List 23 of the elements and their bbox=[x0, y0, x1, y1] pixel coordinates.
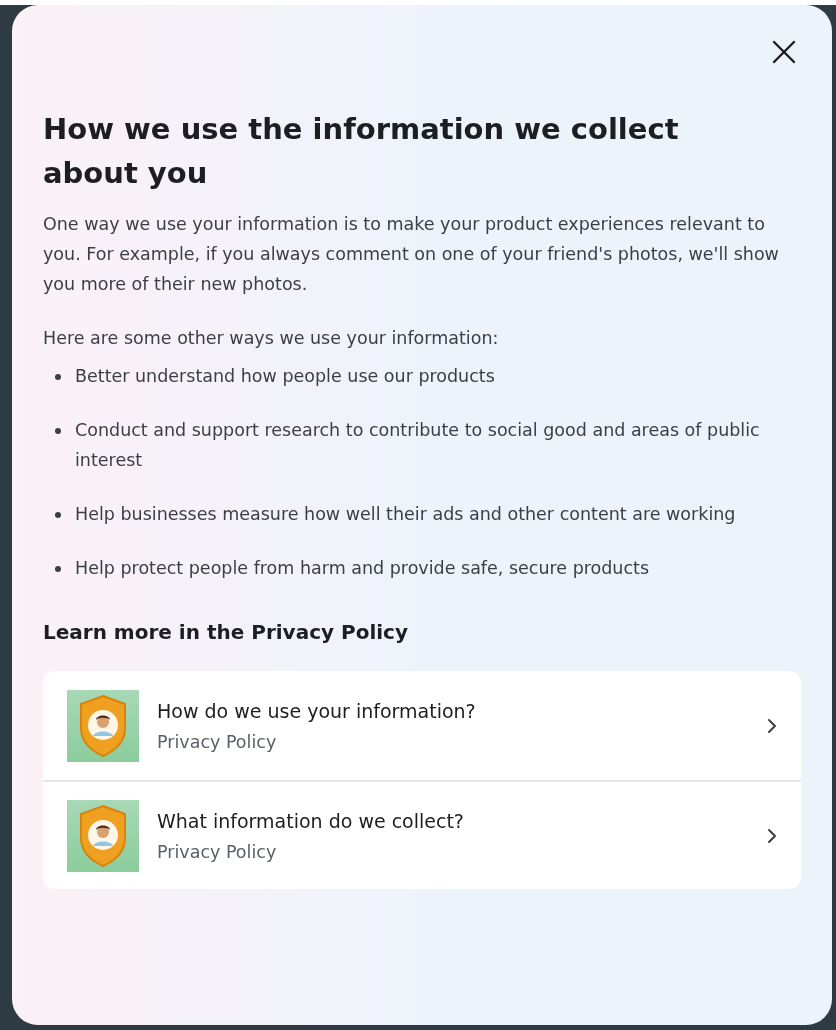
chevron-right-icon bbox=[767, 717, 777, 734]
bullet-icon bbox=[55, 374, 61, 380]
link-subtitle: Privacy Policy bbox=[157, 730, 278, 754]
link-subtitle: Privacy Policy bbox=[157, 840, 278, 864]
intro-paragraph: One way we use your information is to make your product experiences relevant to you. For example, if you always comment on one of your friend's photos, we'll show you more of their new photos. bbox=[43, 213, 780, 296]
list-heading: Here are some other ways we use your information: bbox=[43, 327, 500, 350]
dialog-title: How we use the information we collect about you bbox=[43, 111, 680, 192]
bullet-icon bbox=[55, 566, 61, 572]
bullet-icon bbox=[55, 428, 61, 434]
link-title: How do we use your information? bbox=[157, 698, 477, 724]
bullet-icon bbox=[55, 512, 61, 518]
policy-link-row[interactable]: How do we use your information? Privacy Policy bbox=[43, 671, 801, 780]
list-item: Help protect people from harm and provide safe, secure products bbox=[75, 557, 650, 580]
list-item: Better understand how people use our products bbox=[75, 365, 495, 388]
chevron-right-icon bbox=[767, 827, 777, 844]
section-heading: Learn more in the Privacy Policy bbox=[43, 619, 409, 646]
close-icon bbox=[772, 40, 796, 64]
shield-avatar-icon bbox=[67, 799, 139, 872]
list-item: Help businesses measure how well their ads and other content are working bbox=[75, 503, 736, 526]
list-item: Conduct and support research to contribute to social good and areas of public interest bbox=[75, 419, 761, 472]
shield-avatar-icon bbox=[67, 689, 139, 762]
policy-link-row[interactable]: What information do we collect? Privacy Policy bbox=[43, 780, 801, 889]
link-title: What information do we collect? bbox=[157, 808, 465, 834]
